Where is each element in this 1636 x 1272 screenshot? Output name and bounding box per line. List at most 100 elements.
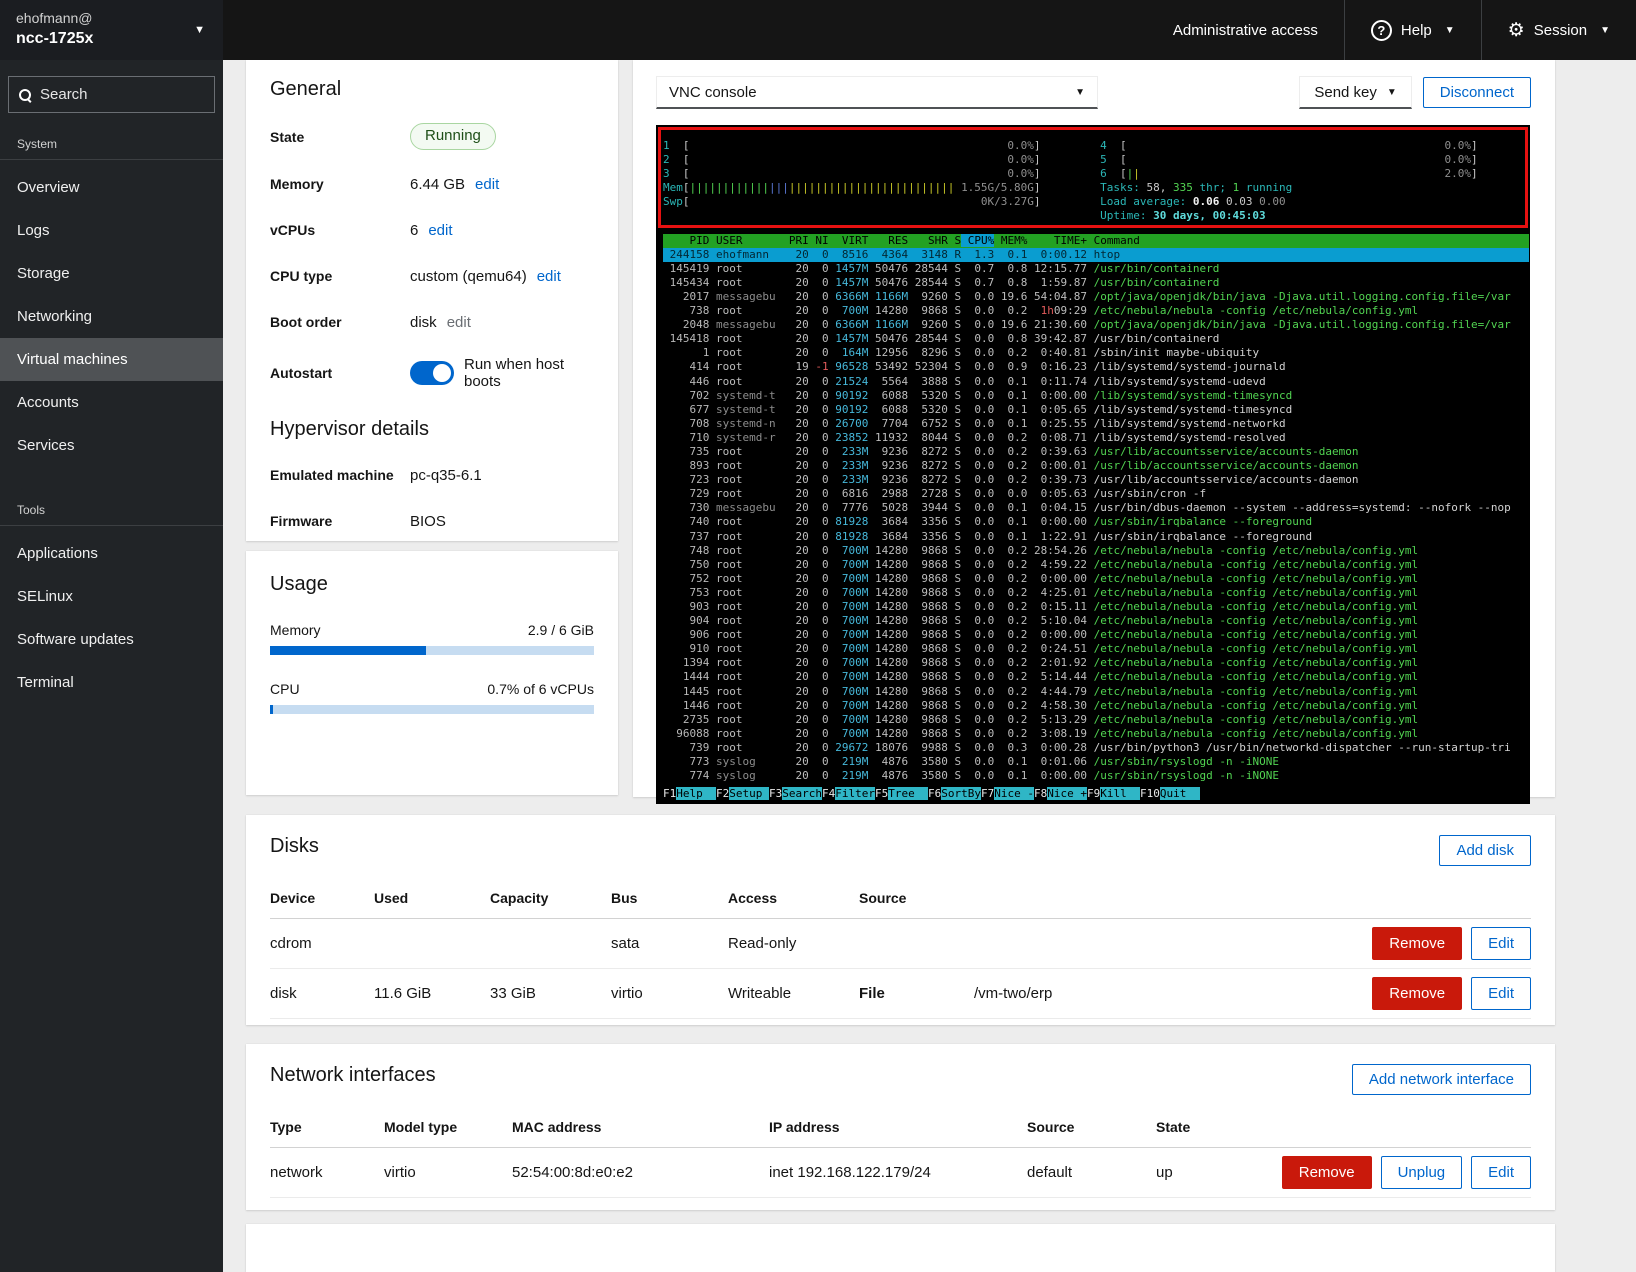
disk-row-disk: disk11.6 GiB33 GiBvirtioWriteableFile/vm… — [270, 969, 1531, 1019]
htop-row: 96088 root 20 0 700M 14280 9868 S 0.0 0.… — [663, 727, 1530, 741]
sidebar-item-terminal[interactable]: Terminal — [0, 661, 223, 704]
general-row-memory: Memory6.44 GBedit — [270, 172, 594, 196]
fkey-f7: F7 — [981, 787, 994, 800]
help-menu[interactable]: ? Help ▼ — [1344, 0, 1481, 60]
sidebar-item-applications[interactable]: Applications — [0, 532, 223, 575]
edit-interface-button[interactable]: Edit — [1471, 1156, 1531, 1189]
htop-meter-line: 3 [ 0.0%] 6 [|| 2.0%] — [663, 167, 1530, 181]
htop-row: 738 root 20 0 700M 14280 9868 S 0.0 0.2 … — [663, 304, 1530, 318]
state-label: State — [270, 129, 410, 145]
host-switcher[interactable]: ehofmann@ ncc-1725x ▼ — [0, 0, 223, 60]
fkey-f10: F10 — [1140, 787, 1160, 800]
sidebar-item-services[interactable]: Services — [0, 424, 223, 467]
autostart-toggle[interactable] — [410, 361, 454, 385]
autostart-row: Autostart Run when host boots — [270, 356, 594, 390]
edit-link-vcpus[interactable]: edit — [428, 222, 452, 239]
htop-row: 145419 root 20 0 1457M 50476 28544 S 0.7… — [663, 262, 1530, 276]
hypervisor-title: Hypervisor details — [270, 418, 594, 441]
network-col-type: Type — [270, 1119, 384, 1135]
sidebar-item-overview[interactable]: Overview — [0, 166, 223, 209]
console-type-select[interactable]: VNC console ▼ — [656, 76, 1098, 109]
session-menu[interactable]: ⚙ Session ▼ — [1481, 0, 1636, 60]
htop-meter-line: 1 [ 0.0%] 4 [ 0.0%] — [663, 139, 1530, 153]
network-interfaces-card: Network interfaces Add network interface… — [246, 1044, 1555, 1210]
htop-row: 773 syslog 20 0 219M 4876 3580 S 0.0 0.1… — [663, 755, 1530, 769]
htop-row: 903 root 20 0 700M 14280 9868 S 0.0 0.2 … — [663, 600, 1530, 614]
general-card: General State Running Memory6.44 GBeditv… — [246, 60, 618, 541]
htop-row: 904 root 20 0 700M 14280 9868 S 0.0 0.2 … — [663, 614, 1530, 628]
htop-row: 446 root 20 0 21524 5564 3888 S 0.0 0.1 … — [663, 375, 1530, 389]
sidebar-item-software-updates[interactable]: Software updates — [0, 618, 223, 661]
sidebar-item-accounts[interactable]: Accounts — [0, 381, 223, 424]
unplug-interface-button[interactable]: Unplug — [1381, 1156, 1463, 1189]
row-label: CPU type — [270, 268, 410, 284]
nav-group-tools: ToolsApplicationsSELinuxSoftware updates… — [0, 489, 223, 704]
chevron-down-icon: ▼ — [1600, 25, 1610, 36]
htop-row: 710 systemd-r 20 0 23852 11932 8044 S 0.… — [663, 431, 1530, 445]
masthead-hostname: ncc-1725x — [16, 28, 209, 50]
sidebar-item-storage[interactable]: Storage — [0, 252, 223, 295]
htop-row: 702 systemd-t 20 0 90192 6088 5320 S 0.0… — [663, 389, 1530, 403]
source-type-label: File — [859, 985, 974, 1002]
nav-group-label: System — [0, 123, 223, 160]
htop-row: 1446 root 20 0 700M 14280 9868 S 0.0 0.2… — [663, 699, 1530, 713]
add-disk-button[interactable]: Add disk — [1439, 835, 1531, 866]
sidebar-item-logs[interactable]: Logs — [0, 209, 223, 252]
fkey-f9: F9 — [1087, 787, 1100, 800]
remove-disk-button[interactable]: Remove — [1372, 927, 1462, 960]
row-value: disk — [410, 314, 437, 331]
chevron-down-icon: ▼ — [194, 24, 205, 36]
htop-row: 723 root 20 0 233M 9236 8272 S 0.0 0.2 0… — [663, 473, 1530, 487]
htop-row: 748 root 20 0 700M 14280 9868 S 0.0 0.2 … — [663, 544, 1530, 558]
htop-row: 2048 messagebu 20 0 6366M 1166M 9260 S 0… — [663, 318, 1530, 332]
cpu-usage-label: CPU — [270, 681, 300, 697]
network-col-ip-address: IP address — [769, 1119, 1027, 1135]
htop-meter-line: Uptime: 30 days, 00:45:03 — [663, 209, 1530, 223]
htop-row: 750 root 20 0 700M 14280 9868 S 0.0 0.2 … — [663, 558, 1530, 572]
edit-disk-button[interactable]: Edit — [1471, 977, 1531, 1010]
search-input[interactable] — [40, 86, 190, 103]
vnc-terminal[interactable]: 1 [ 0.0%] 4 [ 0.0%]2 [ 0.0%] 5 [ — [656, 125, 1530, 804]
general-row-boot-order: Boot orderdiskedit — [270, 310, 594, 334]
autostart-text: Run when host boots — [464, 356, 594, 390]
remove-interface-button[interactable]: Remove — [1282, 1156, 1372, 1189]
console-card: VNC console ▼ Send key ▼ Disconnect 1 [ — [633, 60, 1555, 797]
htop-row: 244158 ehofmann 20 0 8516 4364 3148 R 1.… — [663, 248, 1529, 262]
admin-access-label[interactable]: Administrative access — [1147, 0, 1344, 60]
edit-disk-button[interactable]: Edit — [1471, 927, 1531, 960]
fkey-f2: F2 — [716, 787, 729, 800]
general-title: General — [270, 78, 594, 101]
disks-table-header: DeviceUsedCapacityBusAccessSource — [270, 882, 1531, 919]
htop-meter-line: Mem[||||||||||||||||||||||||||||||||||||… — [663, 181, 1530, 195]
sidebar-item-networking[interactable]: Networking — [0, 295, 223, 338]
remove-disk-button[interactable]: Remove — [1372, 977, 1462, 1010]
htop-row: 774 syslog 20 0 219M 4876 3580 S 0.0 0.1… — [663, 769, 1530, 783]
sidebar-item-selinux[interactable]: SELinux — [0, 575, 223, 618]
sidebar-search[interactable] — [8, 76, 215, 113]
general-row-vcpus: vCPUs6edit — [270, 218, 594, 242]
help-icon: ? — [1371, 20, 1392, 41]
disks-col-access: Access — [728, 890, 859, 906]
chevron-down-icon: ▼ — [1445, 25, 1455, 36]
edit-link-boot-order: edit — [447, 314, 471, 331]
disks-col-bus: Bus — [611, 890, 728, 906]
disks-col-source: Source — [859, 890, 1361, 906]
disks-card: Disks Add disk DeviceUsedCapacityBusAcce… — [246, 815, 1555, 1025]
memory-usage-meter: Memory 2.9 / 6 GiB — [270, 622, 594, 655]
sidebar-item-virtual-machines[interactable]: Virtual machines — [0, 338, 223, 381]
edit-link-cpu-type[interactable]: edit — [537, 268, 561, 285]
usage-card: Usage Memory 2.9 / 6 GiB CPU 0.7% of 6 v… — [246, 551, 618, 795]
htop-row: 1445 root 20 0 700M 14280 9868 S 0.0 0.2… — [663, 685, 1530, 699]
cpu-usage-value: 0.7% of 6 vCPUs — [487, 681, 594, 697]
chevron-down-icon: ▼ — [1387, 87, 1397, 98]
disconnect-button[interactable]: Disconnect — [1423, 77, 1531, 108]
send-key-dropdown[interactable]: Send key ▼ — [1299, 76, 1411, 109]
edit-link-memory[interactable]: edit — [475, 176, 499, 193]
htop-row: 737 root 20 0 81928 3684 3356 S 0.0 0.1 … — [663, 530, 1530, 544]
htop-function-bar: F1Help F2Setup F3SearchF4FilterF5Tree F6… — [663, 787, 1530, 801]
send-key-label: Send key — [1314, 84, 1377, 101]
htop-row: 145418 root 20 0 1457M 50476 28544 S 0.0… — [663, 332, 1530, 346]
add-network-interface-button[interactable]: Add network interface — [1352, 1064, 1531, 1095]
htop-row: 753 root 20 0 700M 14280 9868 S 0.0 0.2 … — [663, 586, 1530, 600]
search-icon — [19, 89, 31, 101]
